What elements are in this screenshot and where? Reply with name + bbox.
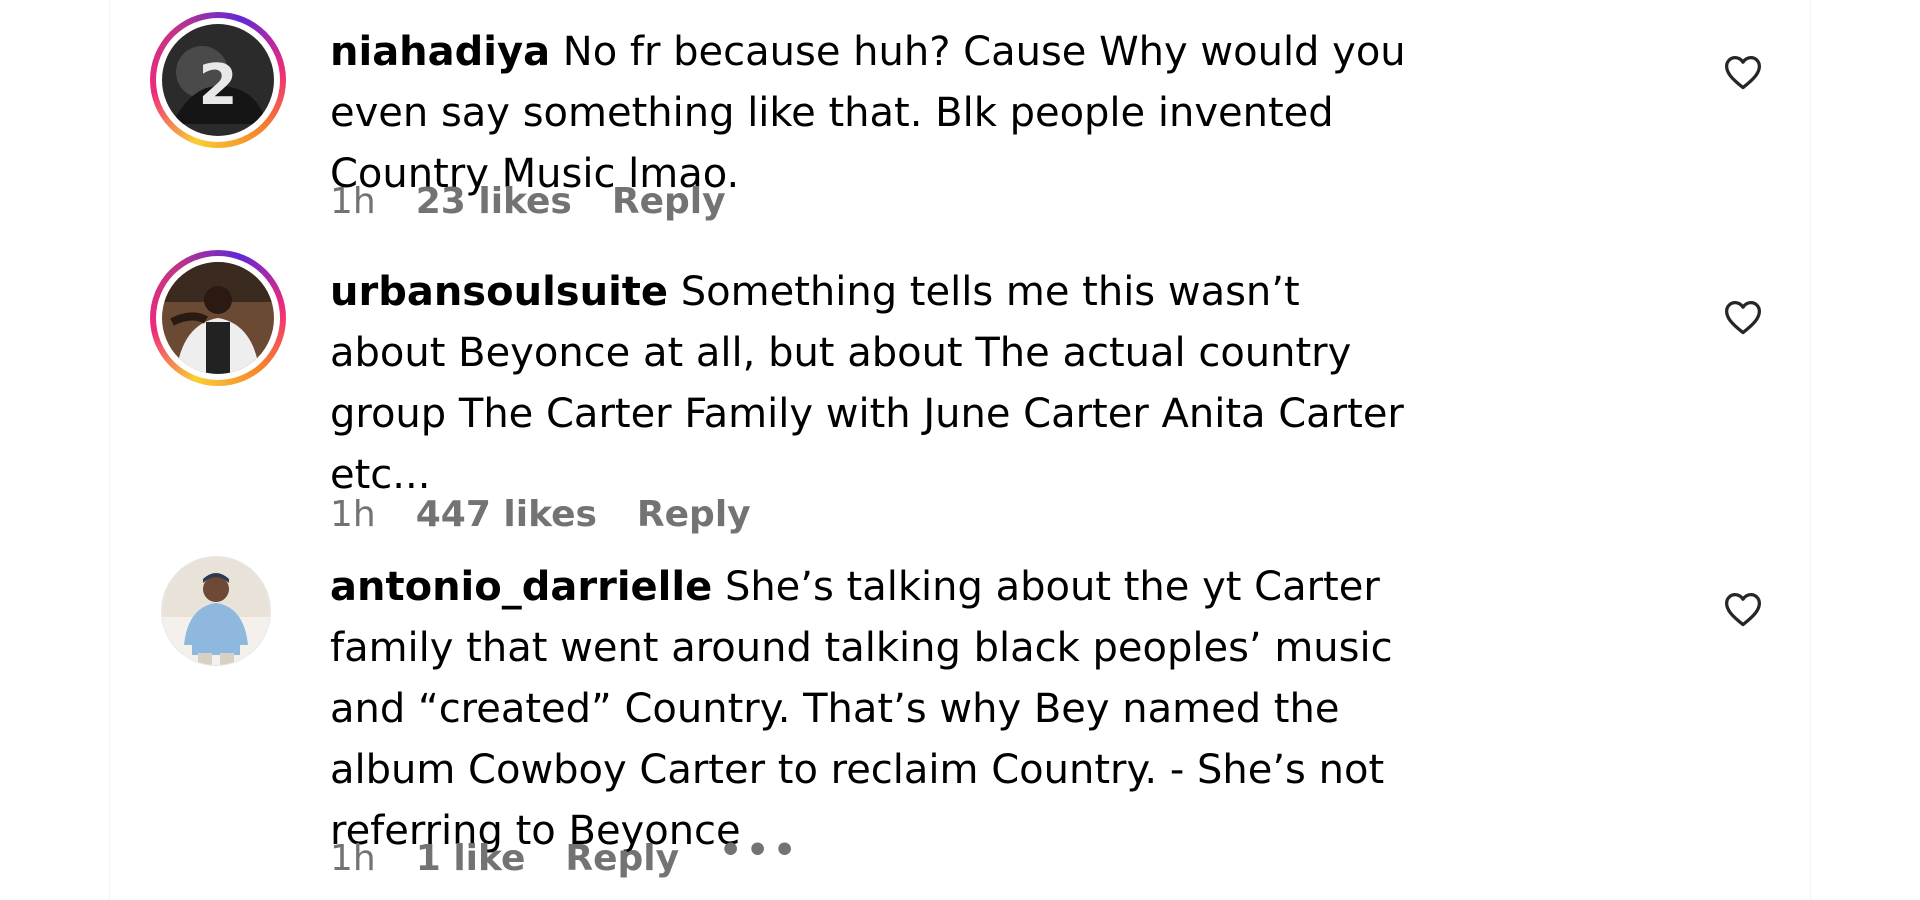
avatar-photo: [162, 262, 274, 374]
comment-meta: 1h 23 likes Reply: [330, 177, 766, 227]
comment-meta: 1h 1 like Reply •••: [330, 830, 840, 884]
comment-time[interactable]: 1h: [330, 494, 376, 535]
comment-likes[interactable]: 23 likes: [416, 181, 572, 222]
avatar-urbansoulsuite[interactable]: [150, 250, 286, 386]
comment-username[interactable]: antonio_darrielle: [330, 564, 712, 610]
avatar-niahadiya[interactable]: 2: [150, 12, 286, 148]
comment-username[interactable]: niahadiya: [330, 29, 550, 75]
comment-meta: 1h 447 likes Reply: [330, 490, 791, 540]
comment-likes[interactable]: 1 like: [416, 838, 526, 879]
comment-time[interactable]: 1h: [330, 181, 376, 222]
comment-time[interactable]: 1h: [330, 838, 376, 879]
heart-outline-icon[interactable]: [1723, 54, 1763, 90]
reply-button[interactable]: Reply: [637, 494, 751, 535]
comment-body: antonio_darrielle She’s talking about th…: [330, 557, 1420, 862]
svg-text:2: 2: [199, 53, 238, 118]
comment-username[interactable]: urbansoulsuite: [330, 269, 668, 315]
heart-outline-icon[interactable]: [1723, 299, 1763, 335]
comment-likes[interactable]: 447 likes: [416, 494, 597, 535]
comment-body: urbansoulsuite Something tells me this w…: [330, 262, 1420, 506]
avatar-antonio-darrielle[interactable]: [162, 557, 270, 665]
avatar-photo: 2: [162, 24, 274, 136]
reply-button[interactable]: Reply: [565, 838, 679, 879]
reply-button[interactable]: Reply: [612, 181, 726, 222]
more-horizontal-icon[interactable]: •••: [719, 826, 800, 876]
heart-outline-icon[interactable]: [1723, 591, 1763, 627]
comments-panel: 2 niahadiya No fr because huh? Cause Why…: [110, 0, 1810, 900]
